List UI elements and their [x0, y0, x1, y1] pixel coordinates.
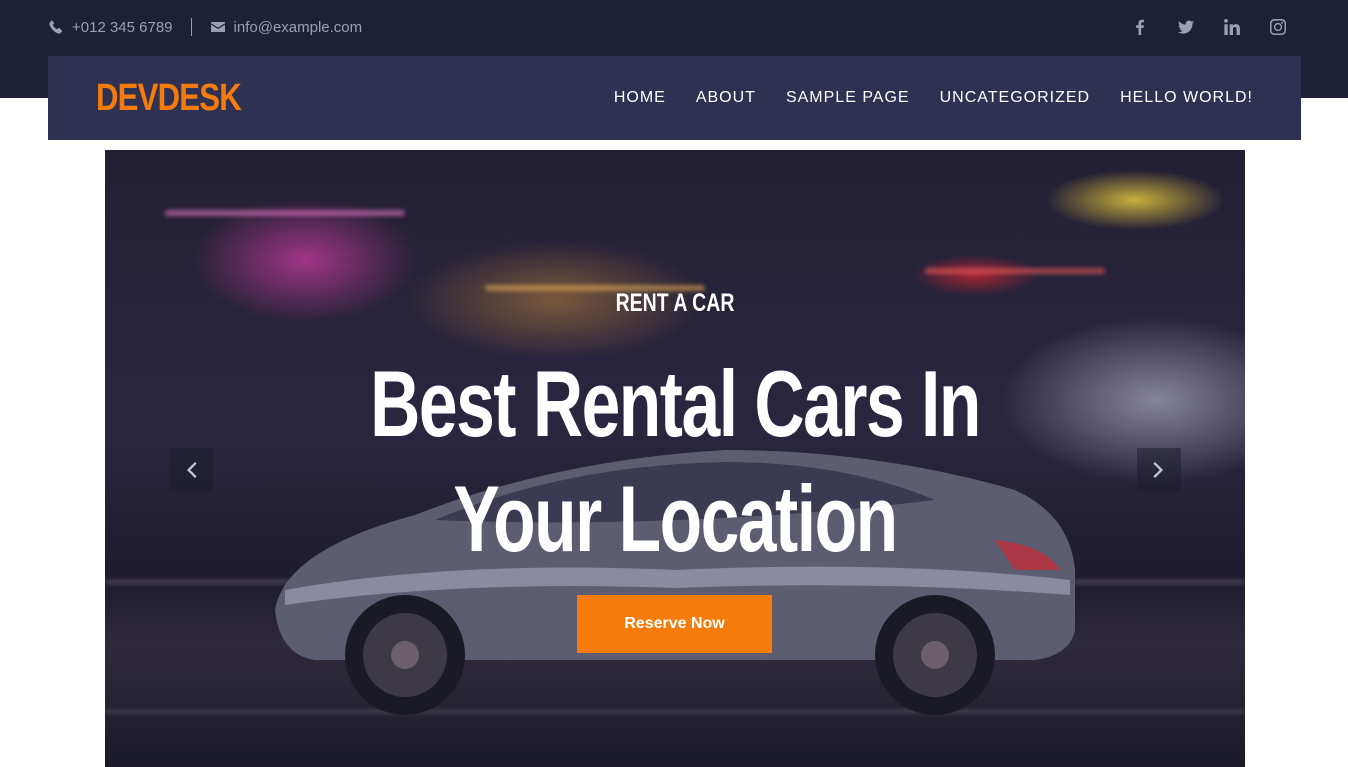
chevron-right-icon [1151, 460, 1167, 480]
prev-slide-button[interactable] [169, 448, 213, 492]
chevron-left-icon [183, 460, 199, 480]
light-streak [165, 210, 405, 216]
light-streak [925, 268, 1105, 274]
contact-info: +012 345 6789 info@example.com [48, 17, 362, 37]
hero-subtitle: RENT A CAR [615, 289, 735, 317]
envelope-icon [210, 19, 226, 35]
email-contact[interactable]: info@example.com [210, 18, 363, 36]
phone-contact[interactable]: +012 345 6789 [48, 19, 173, 36]
linkedin-icon[interactable] [1224, 19, 1240, 35]
site-logo[interactable]: DEVDESK [96, 76, 242, 120]
twitter-icon[interactable] [1178, 19, 1194, 35]
reserve-now-button[interactable]: Reserve Now [577, 595, 772, 653]
nav-sample-page[interactable]: SAMPLE PAGE [786, 87, 910, 109]
main-navbar: DEVDESK HOME ABOUT SAMPLE PAGE UNCATEGOR… [48, 56, 1301, 140]
next-slide-button[interactable] [1137, 448, 1181, 492]
main-menu: HOME ABOUT SAMPLE PAGE UNCATEGORIZED HEL… [614, 87, 1253, 109]
hero-headline: Best Rental Cars In Your Location [370, 351, 981, 571]
phone-number: +012 345 6789 [72, 18, 173, 36]
nav-home[interactable]: HOME [614, 87, 666, 109]
social-links [1132, 17, 1286, 37]
nav-uncategorized[interactable]: UNCATEGORIZED [940, 87, 1090, 109]
instagram-icon[interactable] [1270, 19, 1286, 35]
facebook-icon[interactable] [1132, 19, 1148, 35]
contact-divider [190, 18, 192, 36]
hero-slider: RENT A CAR Best Rental Cars In Your Loca… [105, 150, 1245, 767]
email-address: info@example.com [233, 18, 363, 36]
nav-about[interactable]: ABOUT [696, 87, 756, 109]
phone-icon [48, 19, 64, 35]
nav-hello-world[interactable]: HELLO WORLD! [1120, 87, 1253, 109]
